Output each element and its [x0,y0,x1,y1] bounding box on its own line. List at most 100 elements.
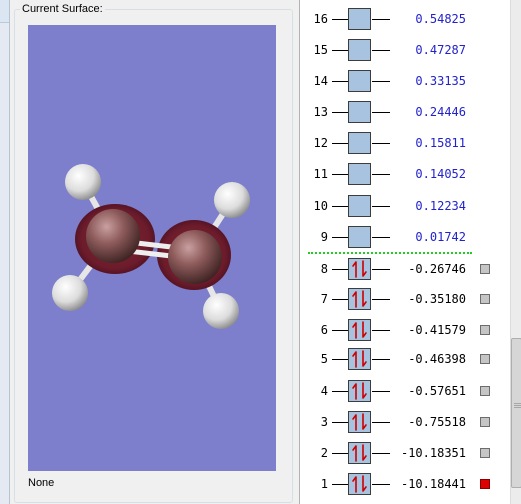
orbital-level-line [332,174,348,175]
virtual-orbital-box[interactable] [348,101,371,123]
virtual-orbital-box[interactable] [348,39,371,61]
homo-lumo-separator [308,252,472,254]
occupied-orbital-box[interactable] [348,258,371,280]
orbital-energy: -10.18441 [400,477,466,491]
occupied-orbital-box[interactable] [348,288,371,310]
orbital-level-line [332,359,348,360]
orbital-level-line [332,237,348,238]
occupied-orbital-box[interactable] [348,380,371,402]
orbital-row[interactable]: 12 0.15811 [300,132,510,156]
orbital-number: 12 [313,136,328,150]
orbital-row[interactable]: 5 -0.46398 [300,348,510,372]
orbital-row[interactable]: 15 0.47287 [300,39,510,63]
orbital-select-checkbox[interactable] [480,354,490,364]
orbital-energy: 0.12234 [415,199,466,213]
virtual-orbital-box[interactable] [348,8,371,30]
orbital-row[interactable]: 16 0.54825 [300,8,510,32]
occupied-orbital-box[interactable] [348,348,371,370]
orbital-row[interactable]: 14 0.33135 [300,70,510,94]
orbital-select-checkbox[interactable] [480,325,490,335]
orbital-row[interactable]: 9 0.01742 [300,226,510,250]
orbital-level-line [332,391,348,392]
orbital-energy: -10.18351 [400,446,466,460]
surface-name: None [28,477,55,489]
orbital-row[interactable]: 8 -0.26746 [300,258,510,282]
orbital-number: 16 [313,12,328,26]
orbital-number: 15 [313,43,328,57]
virtual-orbital-box[interactable] [348,163,371,185]
hydrogen-atom [65,164,101,200]
electron-pair-icon [352,260,367,278]
carbon-atom [168,230,222,284]
orbital-level-line [332,453,348,454]
orbital-number: 2 [320,446,328,460]
orbital-select-checkbox[interactable] [480,294,490,304]
orbital-number: 13 [313,105,328,119]
orbital-diagram[interactable]: 16 0.54825 15 0.47287 14 0.33135 13 0.24446 12 0.… [299,0,510,504]
orbital-level-line [332,484,348,485]
orbital-select-checkbox[interactable] [480,417,490,427]
orbital-row[interactable]: 1 -10.18441 [300,473,510,497]
orbital-number: 6 [320,323,328,337]
occupied-orbital-box[interactable] [348,319,371,341]
orbital-level-line [332,299,348,300]
orbital-number: 11 [313,167,328,181]
electron-pair-icon [352,321,367,339]
orbital-row[interactable]: 6 -0.41579 [300,319,510,343]
orbital-level-line [332,330,348,331]
orbital-level-line [332,81,348,82]
current-surface-label: Current Surface: [20,3,105,15]
orbital-row[interactable]: 7 -0.35180 [300,288,510,312]
orbital-energy: -0.46398 [408,352,466,366]
occupied-orbital-box[interactable] [348,411,371,433]
electron-pair-icon [352,290,367,308]
grip-icon: — — — [514,400,521,411]
orbital-row[interactable]: 4 -0.57651 [300,380,510,404]
orbital-energy: -0.57651 [408,384,466,398]
left-panel-edge [0,0,10,504]
orbital-energy: 0.33135 [415,74,466,88]
molecule-viewer[interactable] [28,25,276,471]
virtual-orbital-box[interactable] [348,132,371,154]
orbital-number: 7 [320,292,328,306]
orbital-level-line [332,50,348,51]
electron-pair-icon [352,350,367,368]
orbital-number: 9 [320,230,328,244]
carbon-atom [86,209,140,263]
orbital-level-line [332,269,348,270]
electron-pair-icon [352,382,367,400]
virtual-orbital-box[interactable] [348,70,371,92]
orbital-select-checkbox[interactable] [480,386,490,396]
ethylene-molecule-render [52,164,250,329]
occupied-orbital-box[interactable] [348,442,371,464]
scrollbar-thumb[interactable]: — — — [511,338,521,488]
orbital-level-line [332,143,348,144]
orbital-energy: -0.41579 [408,323,466,337]
orbital-row[interactable]: 2 -10.18351 [300,442,510,466]
virtual-orbital-box[interactable] [348,195,371,217]
orbital-energy: -0.26746 [408,262,466,276]
orbital-number: 3 [320,415,328,429]
orbital-energy: 0.24446 [415,105,466,119]
orbital-select-checkbox[interactable] [480,264,490,274]
orbital-select-checkbox[interactable] [480,479,490,489]
orbital-number: 5 [320,352,328,366]
orbital-level-line [332,112,348,113]
orbital-energy: 0.54825 [415,12,466,26]
orbital-select-checkbox[interactable] [480,448,490,458]
orbital-number: 8 [320,262,328,276]
orbital-number: 1 [320,477,328,491]
orbital-row[interactable]: 10 0.12234 [300,195,510,219]
vertical-scrollbar[interactable]: — — — [510,0,521,504]
orbital-row[interactable]: 3 -0.75518 [300,411,510,435]
electron-pair-icon [352,475,367,493]
electron-pair-icon [352,413,367,431]
orbital-energy: 0.01742 [415,230,466,244]
orbital-row[interactable]: 13 0.24446 [300,101,510,125]
orbital-energy: -0.75518 [408,415,466,429]
virtual-orbital-box[interactable] [348,226,371,248]
occupied-orbital-box[interactable] [348,473,371,495]
orbital-number: 10 [313,199,328,213]
orbital-row[interactable]: 11 0.14052 [300,163,510,187]
electron-pair-icon [352,444,367,462]
